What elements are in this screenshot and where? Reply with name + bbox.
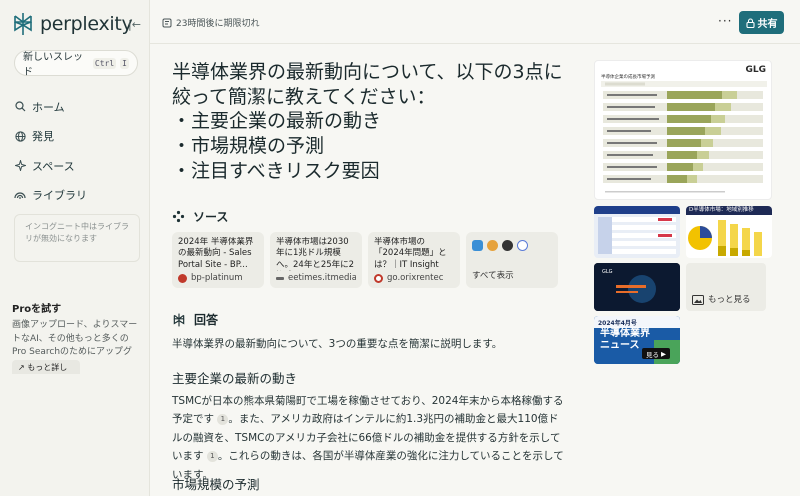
presentation-image-graphic: GLG: [594, 263, 680, 311]
sidebar-item-discover[interactable]: 発見: [14, 122, 87, 152]
expiry-indicator: 23時間後に期限切れ: [162, 16, 259, 29]
perplexity-answer-icon: [173, 313, 185, 326]
sources-list: 2024年 半導体業界の最新動向 - Sales Portal Site - B…: [172, 232, 558, 288]
learn-more-button[interactable]: ↗ もっと詳しく: [12, 360, 80, 374]
collapse-sidebar-icon[interactable]: |←: [128, 18, 141, 31]
video-date-tag: 2024年4月号: [598, 320, 637, 327]
favicon-icon: [276, 276, 284, 280]
perplexity-logo-icon: [14, 13, 32, 35]
answer-paragraph: TSMCが日本の熊本県菊陽町で工場を稼働させており、2024年末から本格稼働する…: [172, 392, 564, 484]
expiry-text: 23時間後に期限切れ: [176, 19, 260, 29]
favicon-icon: [374, 273, 383, 283]
sidebar-item-home[interactable]: ホーム: [14, 92, 87, 122]
brand-logo[interactable]: perplexity: [12, 12, 133, 36]
source-site: bp-platinum: [178, 273, 258, 283]
pro-title: Proを試す: [12, 304, 62, 315]
sources-icon: [172, 210, 185, 223]
more-images-label: もっと見る: [708, 295, 751, 305]
question-text: 半導体業界の最新動向について、以下の3点に 絞って簡潔に教えてください： ・主要…: [172, 61, 563, 182]
image-icon: [692, 295, 704, 305]
heatmap-image-thumbnail[interactable]: D半導体市場：地域別推移: [686, 206, 772, 258]
source-title: 半導体市場は2030年に1兆ドル規模へ。24年と25年に2桁成長：AI: [276, 237, 355, 270]
globe-icon: [14, 130, 26, 142]
share-button[interactable]: 共有: [739, 11, 784, 34]
sidebar-item-label: ライブラリ: [32, 189, 87, 203]
sources-heading-label: ソース: [193, 210, 229, 224]
site-favicon-icon: [487, 240, 498, 251]
source-site: go.orixrentec: [374, 273, 454, 283]
shortcut-key: I: [120, 57, 129, 69]
section-title: 主要企業の最新の動き: [172, 371, 298, 386]
sources-heading: ソース: [172, 208, 228, 225]
top-bar: 23時間後に期限切れ ··· 共有: [150, 0, 800, 44]
source-card[interactable]: 2024年 半導体業界の最新動向 - Sales Portal Site - B…: [172, 232, 264, 288]
sidebar-nav: ホーム 発見 スペース ライブラリ: [14, 92, 87, 210]
source-site: eetimes.itmedia...: [276, 273, 356, 283]
sparkle-icon: [14, 160, 26, 172]
timer-icon: [162, 18, 172, 27]
sidebar-item-label: ホーム: [32, 100, 65, 114]
table-image-graphic: [594, 206, 680, 254]
video-title: 半導体業界: [600, 328, 650, 339]
view-all-label: すべて表示: [472, 271, 514, 281]
sidebar-item-label: スペース: [32, 159, 75, 173]
share-label: 共有: [757, 19, 778, 30]
source-card[interactable]: 半導体市場の「2024年問題」とは？｜IT Insight go.orixren…: [368, 232, 460, 288]
lock-icon: [745, 17, 755, 28]
shortcut-key: Ctrl: [92, 57, 117, 69]
citation-badge[interactable]: 1: [206, 450, 218, 462]
site-favicon-icon: [517, 240, 528, 251]
source-favicons: [472, 240, 552, 251]
presentation-image-thumbnail[interactable]: GLG: [594, 263, 680, 311]
source-domain: go.orixrentec: [387, 273, 444, 283]
source-title: 2024年 半導体業界の最新動向 - Sales Portal Site - B…: [178, 237, 254, 270]
source-card[interactable]: 半導体市場は2030年に1兆ドル規模へ。24年と25年に2桁成長：AI eeti…: [270, 232, 362, 288]
favicon-icon: [178, 273, 187, 283]
new-thread-label: 新しいスレッド: [23, 52, 83, 78]
answer-heading-label: 回答: [194, 313, 219, 327]
sidebar-item-library[interactable]: ライブラリ: [14, 181, 87, 211]
video-subtitle: ニュース: [600, 340, 640, 351]
more-images-button[interactable]: もっと見る: [686, 263, 766, 311]
chart-image-graphic: [601, 81, 767, 193]
source-domain: eetimes.itmedia...: [288, 273, 356, 283]
shortcut-hint: Ctrl I: [92, 57, 129, 69]
citation-badge[interactable]: 1: [217, 413, 229, 425]
link-favicon-icon: [472, 240, 483, 251]
source-title: 半導体市場の「2024年問題」とは？｜IT Insight: [374, 237, 447, 270]
sidebar: perplexity |← 新しいスレッド Ctrl I ホーム 発見 スペース: [0, 0, 150, 496]
answer-heading: 回答: [172, 311, 218, 328]
view-all-sources-button[interactable]: すべて表示: [466, 232, 558, 288]
answer-intro: 半導体業界の最新動向について、3つの重要な点を簡潔に説明します。: [172, 338, 503, 350]
watch-video-button[interactable]: 見る ▶: [642, 348, 670, 359]
play-icon: ▶: [661, 349, 666, 358]
watch-label: 見る: [646, 350, 659, 359]
section-title: 市場規模の予測: [172, 477, 260, 492]
source-domain: bp-platinum: [191, 273, 243, 283]
incognito-notice: インコグニート中はライブラリが無効になります: [14, 214, 140, 262]
brand-name: perplexity: [40, 13, 133, 35]
site-favicon-icon: [502, 240, 513, 251]
library-icon: [14, 189, 26, 201]
arrow-icon: ↗: [18, 363, 28, 372]
table-image-thumbnail[interactable]: [594, 206, 680, 258]
svg-text:GLG: GLG: [602, 269, 613, 275]
new-thread-button[interactable]: 新しいスレッド Ctrl I: [14, 50, 138, 78]
chart-image[interactable]: GLG 半導体企業の成長市場予測: [594, 60, 772, 200]
heatmap-title: D半導体市場：地域別推移: [689, 207, 754, 213]
search-icon: [14, 101, 26, 113]
sidebar-item-label: 発見: [32, 130, 54, 144]
video-thumbnail[interactable]: 2024年4月号 半導体業界 ニュース 見る ▶: [594, 316, 680, 364]
sidebar-item-spaces[interactable]: スペース: [14, 151, 87, 181]
more-options-icon[interactable]: ···: [718, 14, 732, 28]
